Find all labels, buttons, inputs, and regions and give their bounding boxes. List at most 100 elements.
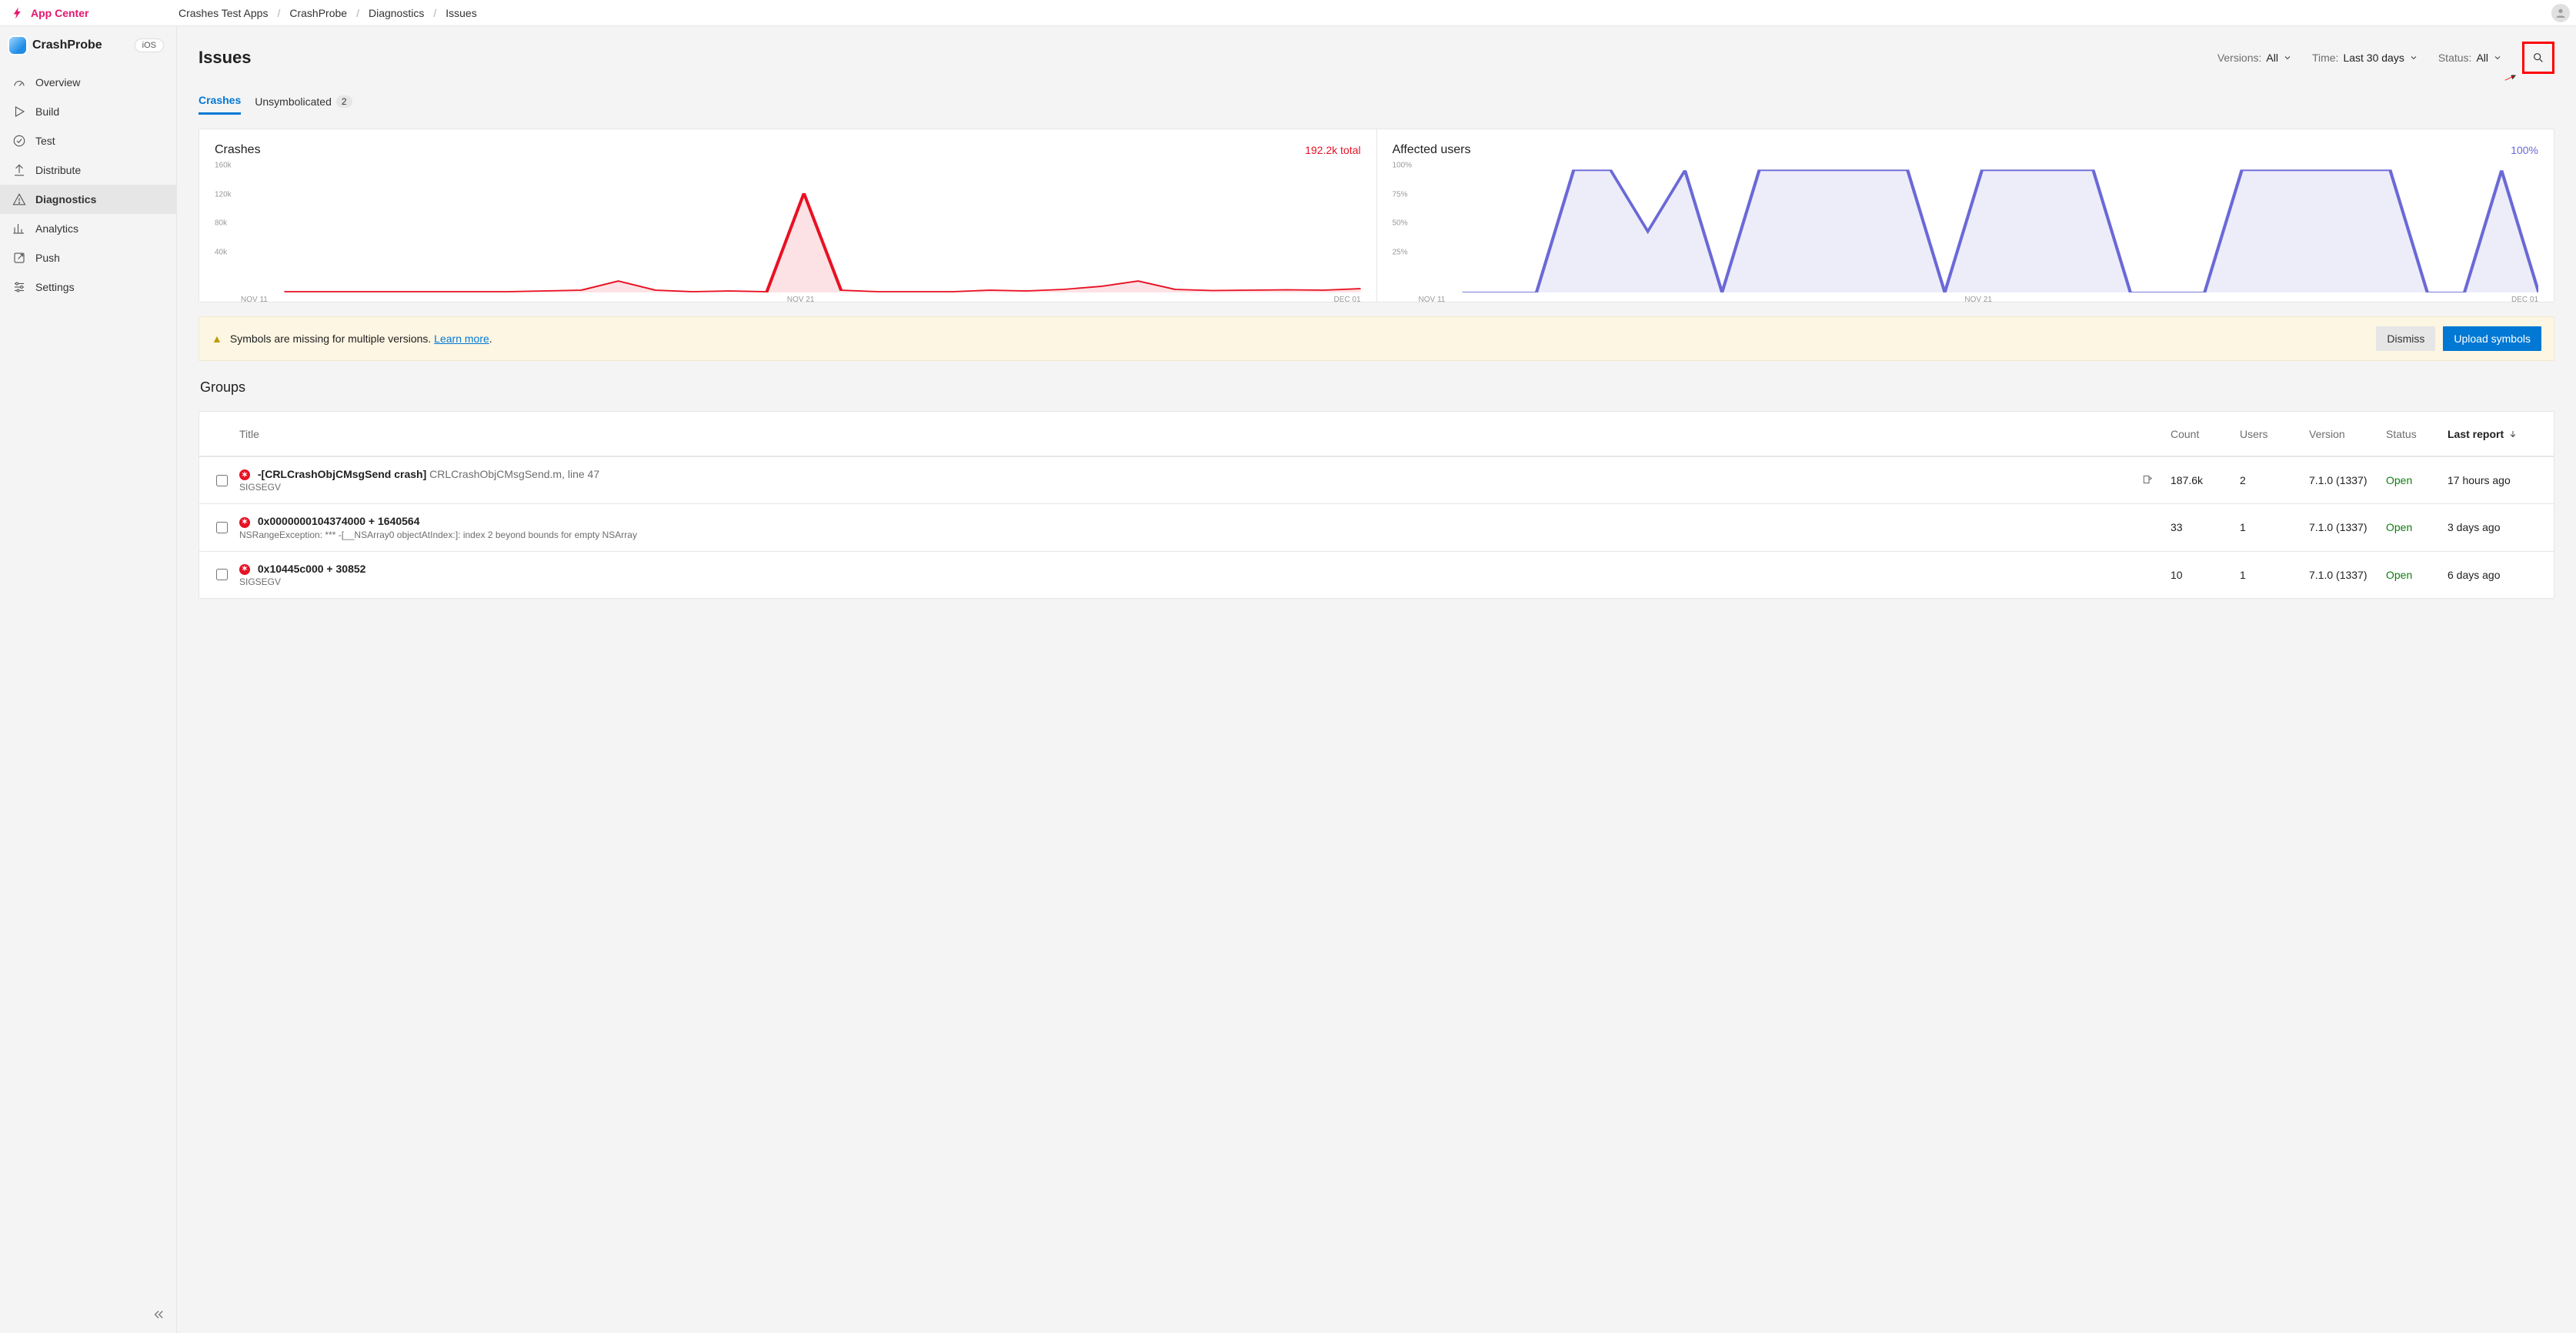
chart-title: Crashes	[215, 143, 261, 157]
sidebar-item-label: Settings	[35, 281, 75, 293]
crash-icon: ✶	[239, 517, 250, 528]
col-header-last-report[interactable]: Last report	[2448, 428, 2540, 440]
check-circle-icon	[12, 134, 26, 148]
filter-label: Versions:	[2217, 52, 2262, 64]
sidebar-item-analytics[interactable]: Analytics	[0, 214, 176, 243]
charts-row: Crashes 192.2k total 160k120k80k40kNOV 1…	[199, 129, 2554, 302]
filter-value: Last 30 days	[2343, 52, 2404, 64]
distribute-icon	[12, 163, 26, 177]
sidebar-item-label: Overview	[35, 76, 80, 89]
chevron-down-icon	[2493, 53, 2502, 62]
user-avatar[interactable]	[2551, 4, 2570, 22]
sidebar-item-label: Diagnostics	[35, 193, 96, 205]
breadcrumb-item[interactable]: Crashes Test Apps	[179, 7, 268, 19]
app-icon	[9, 37, 26, 54]
collapse-sidebar-button[interactable]	[152, 1308, 165, 1325]
cell-users: 2	[2240, 474, 2309, 486]
sidebar-nav: Overview Build Test Distribute Diagnosti…	[0, 68, 176, 302]
page-header: Issues Versions: All Time: Last 30 days …	[177, 26, 2576, 74]
search-button[interactable]	[2522, 42, 2554, 74]
crash-title: -[CRLCrashObjCMsgSend crash]	[258, 468, 426, 480]
affected-users-chart-card: Affected users 100% 100%75%50%25%NOV 11N…	[1376, 129, 2554, 302]
cell-count: 33	[2171, 521, 2240, 533]
tab-label: Crashes	[199, 94, 241, 106]
tab-label: Unsymbolicated	[255, 95, 332, 108]
row-checkbox[interactable]	[216, 569, 228, 580]
cell-version: 7.1.0 (1337)	[2309, 474, 2386, 486]
cell-users: 1	[2240, 521, 2309, 533]
cell-count: 10	[2171, 569, 2240, 581]
sidebar-item-label: Push	[35, 252, 60, 264]
table-row[interactable]: ✶ -[CRLCrashObjCMsgSend crash] CRLCrashO…	[199, 456, 2554, 503]
breadcrumb-item[interactable]: Issues	[445, 7, 476, 19]
edit-icon[interactable]	[2141, 476, 2154, 488]
sidebar-item-overview[interactable]: Overview	[0, 68, 176, 97]
crashes-chart: 160k120k80k40kNOV 11NOV 21DEC 01	[215, 162, 1361, 292]
sidebar-item-settings[interactable]: Settings	[0, 272, 176, 302]
sidebar-item-push[interactable]: Push	[0, 243, 176, 272]
sidebar-item-test[interactable]: Test	[0, 126, 176, 155]
cell-last-report: 17 hours ago	[2448, 474, 2540, 486]
person-icon	[2554, 7, 2567, 19]
sidebar-item-label: Analytics	[35, 222, 78, 235]
table-header-row: Title Count Users Version Status Last re…	[199, 412, 2554, 456]
tab-unsymbolicated[interactable]: Unsymbolicated 2	[255, 89, 352, 114]
brand[interactable]: App Center	[11, 6, 177, 20]
col-header-version[interactable]: Version	[2309, 428, 2386, 440]
cell-users: 1	[2240, 569, 2309, 581]
filter-versions[interactable]: Versions: All	[2217, 52, 2292, 64]
affected-users-chart: 100%75%50%25%NOV 11NOV 21DEC 01	[1393, 162, 2539, 292]
dismiss-button[interactable]: Dismiss	[2376, 326, 2435, 351]
cell-status: Open	[2386, 521, 2448, 533]
col-header-title[interactable]: Title	[239, 428, 2124, 440]
page-title: Issues	[199, 48, 252, 68]
tab-badge: 2	[336, 95, 352, 108]
banner-message: Symbols are missing for multiple version…	[230, 332, 431, 345]
table-row[interactable]: ✶ 0x10445c000 + 30852 SIGSEGV 10 1 7.1.0…	[199, 551, 2554, 598]
gauge-icon	[12, 75, 26, 89]
warning-icon: ▲	[212, 332, 222, 345]
sidebar-item-label: Test	[35, 135, 55, 147]
sidebar-item-distribute[interactable]: Distribute	[0, 155, 176, 185]
chevron-double-left-icon	[152, 1308, 165, 1321]
crash-icon: ✶	[239, 564, 250, 575]
app-name: CrashProbe	[32, 38, 128, 52]
platform-pill: iOS	[135, 38, 164, 52]
crash-subtext: NSRangeException: *** -[__NSArray0 objec…	[239, 530, 2124, 540]
crash-subtext: SIGSEGV	[239, 482, 2124, 493]
col-header-count[interactable]: Count	[2171, 428, 2240, 440]
col-header-status[interactable]: Status	[2386, 428, 2448, 440]
upload-symbols-button[interactable]: Upload symbols	[2443, 326, 2541, 351]
breadcrumb-item[interactable]: CrashProbe	[289, 7, 347, 19]
table-row[interactable]: ✶ 0x0000000104374000 + 1640564 NSRangeEx…	[199, 503, 2554, 550]
brand-label: App Center	[31, 7, 88, 19]
app-center-logo-icon	[11, 6, 25, 20]
groups-section: Groups Title Count Users Version Status …	[199, 379, 2554, 599]
crash-title: 0x0000000104374000 + 1640564	[258, 515, 420, 527]
row-checkbox[interactable]	[216, 522, 228, 533]
filter-time[interactable]: Time: Last 30 days	[2312, 52, 2418, 64]
tab-crashes[interactable]: Crashes	[199, 88, 241, 115]
learn-more-link[interactable]: Learn more	[434, 332, 489, 345]
cell-last-report: 3 days ago	[2448, 521, 2540, 533]
app-header: CrashProbe iOS	[0, 26, 176, 65]
groups-table: Title Count Users Version Status Last re…	[199, 411, 2554, 599]
filter-value: All	[2476, 52, 2488, 64]
sidebar-item-diagnostics[interactable]: Diagnostics	[0, 185, 176, 214]
cell-count: 187.6k	[2171, 474, 2240, 486]
col-header-users[interactable]: Users	[2240, 428, 2309, 440]
warning-icon	[12, 192, 26, 206]
row-checkbox[interactable]	[216, 475, 228, 486]
filter-bar: Versions: All Time: Last 30 days Status:…	[2217, 42, 2554, 74]
sidebar-item-build[interactable]: Build	[0, 97, 176, 126]
chart-title: Affected users	[1393, 143, 1471, 157]
breadcrumb-item[interactable]: Diagnostics	[369, 7, 424, 19]
cell-version: 7.1.0 (1337)	[2309, 521, 2386, 533]
cell-version: 7.1.0 (1337)	[2309, 569, 2386, 581]
chart-total: 192.2k total	[1305, 144, 1360, 156]
crashes-chart-card: Crashes 192.2k total 160k120k80k40kNOV 1…	[199, 129, 1376, 302]
missing-symbols-banner: ▲ Symbols are missing for multiple versi…	[199, 316, 2554, 361]
crash-icon: ✶	[239, 469, 250, 480]
chevron-down-icon	[2283, 53, 2292, 62]
filter-status[interactable]: Status: All	[2438, 52, 2502, 64]
